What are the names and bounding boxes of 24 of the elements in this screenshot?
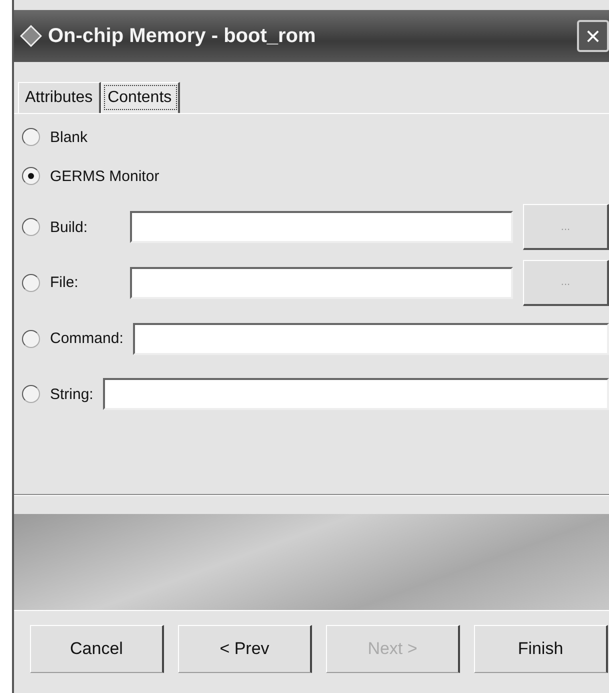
radio-button[interactable] (22, 218, 40, 236)
app-icon (20, 25, 42, 47)
window-title: On-chip Memory - boot_rom (48, 24, 317, 48)
radio-button[interactable] (22, 274, 40, 292)
close-button[interactable]: × (577, 20, 609, 52)
wizard-button[interactable]: Finish (474, 625, 608, 673)
input-field[interactable] (103, 378, 609, 410)
radio-button[interactable] (22, 167, 40, 186)
tab[interactable]: Attributes (18, 82, 101, 113)
option-label: GERMS Monitor (50, 168, 160, 185)
wizard-button[interactable]: < Prev (178, 625, 312, 673)
option-label: Command: (50, 330, 124, 348)
wizard-button[interactable]: Cancel (30, 625, 164, 673)
input-field[interactable] (130, 266, 513, 299)
tab[interactable]: Contents (100, 82, 180, 113)
option-label: Build: (50, 218, 89, 236)
option-label: File: (50, 274, 80, 292)
radio-button[interactable] (22, 330, 40, 348)
input-field[interactable] (133, 322, 609, 355)
option-label: String: (50, 386, 94, 403)
radio-button[interactable] (22, 385, 40, 404)
radio-button[interactable] (22, 128, 40, 146)
option-label: Blank (50, 128, 88, 146)
input-field[interactable] (130, 211, 513, 244)
